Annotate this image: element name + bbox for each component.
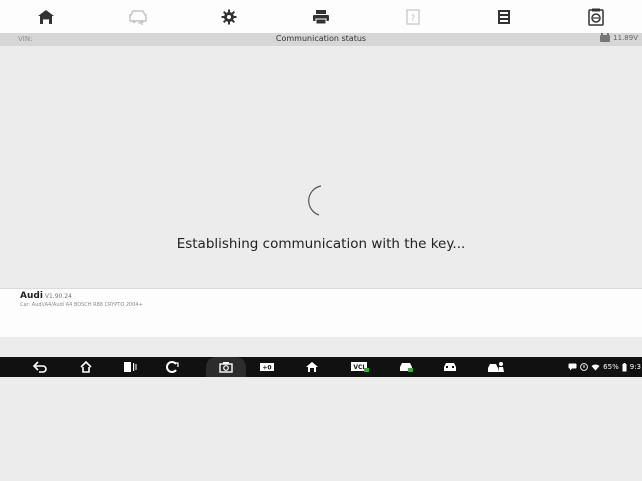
- loading-spinner-icon: [308, 185, 322, 216]
- data-logging-icon: [588, 8, 604, 26]
- back-arrow-icon: [33, 361, 47, 373]
- svg-text:?: ?: [410, 14, 415, 24]
- settings-gear-icon: [221, 9, 237, 24]
- vcmi-button[interactable]: VCI: [346, 357, 374, 377]
- battery-percent: 65%: [603, 363, 619, 371]
- vehicle-swap-icon: [128, 9, 147, 25]
- battery-voltage-value: 11.89V: [613, 34, 638, 42]
- communication-status-bar: VIN: Communication status 11.89V: [0, 32, 642, 46]
- system-status-area: 65% 9:3: [568, 357, 642, 377]
- vci-icon: +0: [260, 363, 274, 372]
- data-logging-button[interactable]: [550, 0, 642, 33]
- svg-text:+0: +0: [262, 365, 271, 372]
- vci-button[interactable]: +0: [255, 357, 279, 377]
- car-button[interactable]: [438, 357, 462, 377]
- message-icon: [568, 363, 577, 371]
- car-battery-icon: [600, 32, 611, 42]
- status-message: Establishing communication with the key.…: [176, 236, 466, 252]
- software-version: V1.90.24: [44, 293, 72, 300]
- house-icon: [306, 362, 318, 372]
- vehicle-info-footer: Audi V1.90.24 Car: Audi/A4/Audi A4 BOSCH …: [0, 288, 642, 337]
- main-content: Establishing communication with the key.…: [0, 46, 642, 481]
- print-icon: [313, 9, 330, 24]
- maxisys-home-button[interactable]: [300, 357, 324, 377]
- save-button[interactable]: [459, 0, 551, 33]
- car-service-icon: [488, 362, 504, 372]
- vehicle-path: Car: Audi/A4/Audi A4 BOSCH R88 CRYPTO 20…: [20, 302, 143, 308]
- refresh-icon: [166, 361, 179, 373]
- print-button[interactable]: [275, 0, 367, 33]
- vci-status-icon: VCI: [351, 362, 369, 372]
- refresh-button[interactable]: [160, 357, 184, 377]
- battery-icon: [622, 362, 627, 371]
- screenshot-button[interactable]: [214, 357, 238, 377]
- top-toolbar: ?: [0, 0, 642, 33]
- help-button: ?: [367, 0, 459, 33]
- wifi-icon: [591, 364, 600, 371]
- camera-icon: [219, 362, 233, 373]
- home-button[interactable]: [0, 0, 92, 33]
- back-button[interactable]: [28, 357, 52, 377]
- vehicle-make: Audi V1.90.24: [20, 291, 72, 301]
- vehicle-make-label: Audi: [20, 291, 43, 301]
- save-icon: [498, 9, 511, 24]
- settings-button[interactable]: [183, 0, 275, 33]
- home-icon: [37, 9, 54, 24]
- android-home-icon: [80, 361, 92, 373]
- car-icon: [444, 363, 456, 371]
- page-title: Communication status: [275, 34, 367, 43]
- alert-icon: [580, 363, 589, 371]
- android-home-button[interactable]: [74, 357, 98, 377]
- vehicle-swap-button: [92, 0, 184, 33]
- car-green-icon: [400, 363, 413, 372]
- car-diagnostics-button[interactable]: [394, 357, 418, 377]
- android-navigation-bar: +0 VCI 65% 9:3: [0, 357, 642, 377]
- clock-time: 9:3: [629, 363, 641, 371]
- car-service-button[interactable]: [482, 357, 510, 377]
- battery-voltage-indicator: 11.89V: [600, 32, 638, 42]
- recent-apps-button[interactable]: [118, 357, 142, 377]
- help-icon: ?: [406, 8, 420, 25]
- recent-apps-icon: [124, 362, 137, 372]
- svg-text:VCI: VCI: [353, 364, 364, 371]
